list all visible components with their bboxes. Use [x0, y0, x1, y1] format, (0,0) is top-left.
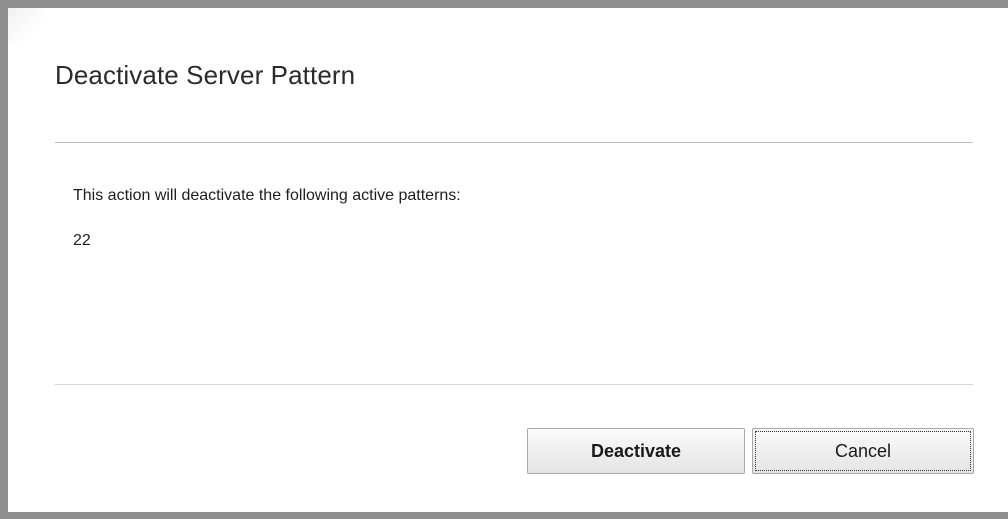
deactivate-button[interactable]: Deactivate: [527, 428, 745, 474]
cancel-button[interactable]: Cancel: [752, 428, 974, 474]
deactivate-button-label: Deactivate: [590, 440, 682, 461]
dialog-corner-shade: [8, 8, 44, 44]
dialog-title: Deactivate Server Pattern: [55, 60, 356, 90]
dialog-border-top: [0, 0, 1008, 8]
dialog-border-bottom: [0, 512, 1008, 519]
cancel-button-label: Cancel: [834, 440, 892, 461]
footer-divider: [55, 384, 973, 385]
title-divider: [55, 142, 973, 143]
pattern-list-item: 22: [73, 232, 91, 249]
dialog-border-left: [0, 0, 8, 519]
dialog-message: This action will deactivate the followin…: [73, 187, 461, 204]
deactivate-dialog: Deactivate Server Pattern This action wi…: [0, 0, 1008, 519]
